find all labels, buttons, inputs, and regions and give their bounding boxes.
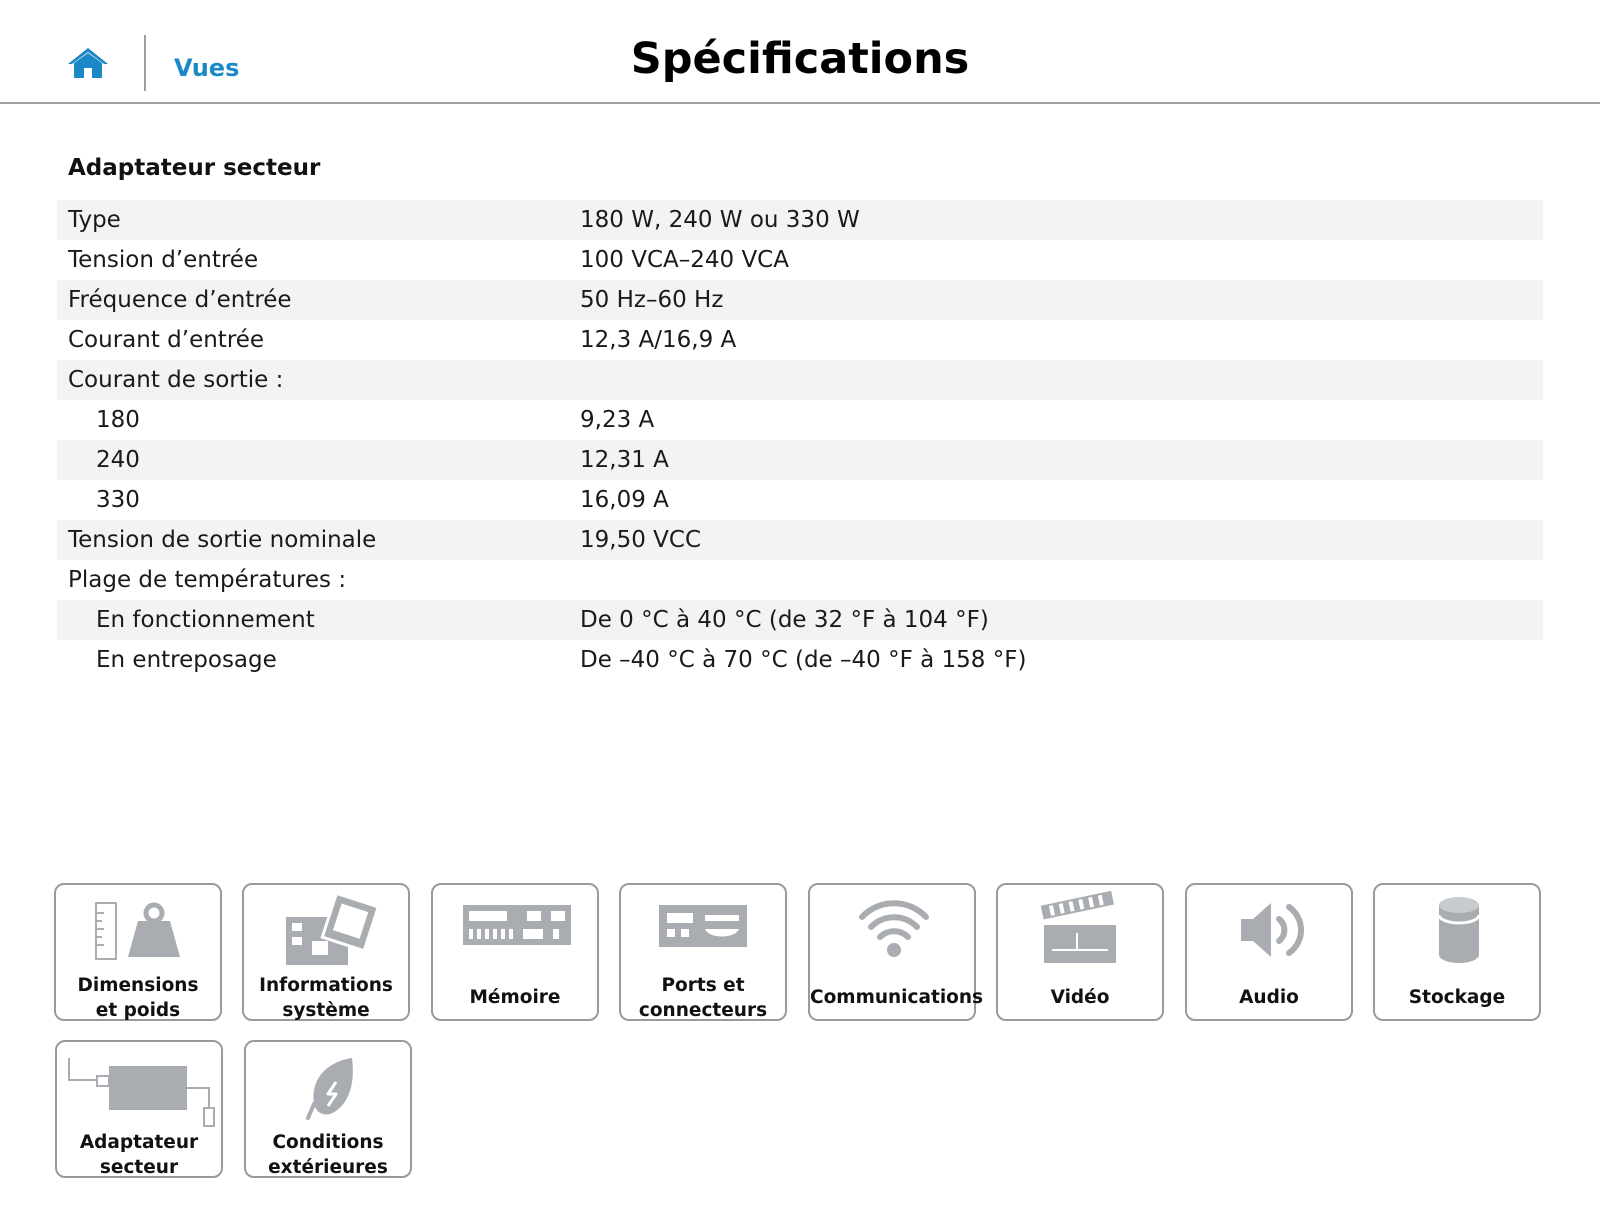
spec-row: Tension de sortie nominale 19,50 VCC (57, 520, 1543, 560)
spec-row: Type 180 W, 240 W ou 330 W (57, 200, 1543, 240)
spec-label: Courant d’entrée (68, 327, 265, 353)
spec-value: 12,3 A/16,9 A (580, 327, 737, 353)
tile-memory[interactable]: Mémoire (431, 883, 599, 1021)
tile-label: Audio (1239, 987, 1299, 1008)
tile-system-info[interactable]: Informations système (242, 883, 410, 1021)
spec-table: Type 180 W, 240 W ou 330 W Tension d’ent… (57, 200, 1543, 680)
speaker-icon (1211, 891, 1331, 971)
tile-label: Adaptateur secteur (79, 1132, 199, 1178)
spec-row: 330 16,09 A (57, 480, 1543, 520)
spec-row: 180 9,23 A (57, 400, 1543, 440)
section-title: Adaptateur secteur (68, 155, 321, 181)
power-adapter-icon (63, 1048, 219, 1128)
spec-value: De –40 °C à 70 °C (de –40 °F à 158 °F) (580, 647, 1027, 673)
leaf-icon (270, 1048, 390, 1128)
spec-label: 180 (96, 407, 140, 433)
spec-row: 240 12,31 A (57, 440, 1543, 480)
tile-label: Mémoire (469, 987, 561, 1008)
tile-label: Communications (810, 987, 984, 1008)
spec-label: 240 (96, 447, 140, 473)
spec-row: Courant d’entrée 12,3 A/16,9 A (57, 320, 1543, 360)
spec-value: 19,50 VCC (580, 527, 702, 553)
ports-icon (645, 891, 765, 971)
tile-audio[interactable]: Audio (1185, 883, 1353, 1021)
tile-label: Dimensions et poids (77, 975, 199, 1021)
tile-power-adapter[interactable]: Adaptateur secteur (55, 1040, 223, 1178)
tile-label: Vidéo (1050, 987, 1110, 1008)
tile-dimensions[interactable]: Dimensions et poids (54, 883, 222, 1021)
spec-label: Courant de sortie : (68, 367, 284, 393)
spec-label: En fonctionnement (96, 607, 315, 633)
tile-label: Informations système (259, 975, 393, 1021)
spec-value: 100 VCA–240 VCA (580, 247, 789, 273)
spec-row: Fréquence d’entrée 50 Hz–60 Hz (57, 280, 1543, 320)
spec-row: Courant de sortie : (57, 360, 1543, 400)
header: Vues Spécifications (0, 0, 1600, 104)
tile-communications[interactable]: Communications (808, 883, 984, 1021)
spec-value: 9,23 A (580, 407, 655, 433)
tile-label: Stockage (1408, 987, 1506, 1008)
spec-label: Plage de températures : (68, 567, 347, 593)
spec-value: 16,09 A (580, 487, 669, 513)
tile-video[interactable]: Vidéo (996, 883, 1164, 1021)
tile-storage[interactable]: Stockage (1373, 883, 1541, 1021)
clapperboard-icon (1022, 890, 1142, 971)
spec-row: Tension d’entrée 100 VCA–240 VCA (57, 240, 1543, 280)
memory-module-icon (457, 891, 577, 971)
tile-ports[interactable]: Ports et connecteurs (619, 883, 787, 1021)
spec-row: En fonctionnement De 0 °C à 40 °C (de 32… (57, 600, 1543, 640)
spec-label: Tension d’entrée (68, 247, 259, 273)
spec-value: 180 W, 240 W ou 330 W (580, 207, 860, 233)
spec-label: Type (68, 207, 121, 233)
spec-value: De 0 °C à 40 °C (de 32 °F à 104 °F) (580, 607, 989, 633)
tile-label: Conditions extérieures (268, 1132, 388, 1178)
circuit-board-icon (268, 891, 388, 971)
storage-cylinder-icon (1399, 891, 1519, 971)
tile-label: Ports et connecteurs (638, 975, 768, 1021)
spec-row: Plage de températures : (57, 560, 1543, 600)
spec-label: Fréquence d’entrée (68, 287, 292, 313)
spec-row: En entreposage De –40 °C à 70 °C (de –40… (57, 640, 1543, 680)
spec-value: 12,31 A (580, 447, 669, 473)
scale-weight-icon (80, 891, 200, 971)
tile-environment[interactable]: Conditions extérieures (244, 1040, 412, 1178)
page-title: Spécifications (630, 34, 970, 84)
spec-label: 330 (96, 487, 140, 513)
spec-label: En entreposage (96, 647, 277, 673)
wifi-icon (834, 891, 954, 971)
spec-value: 50 Hz–60 Hz (580, 287, 724, 313)
spec-label: Tension de sortie nominale (68, 527, 377, 553)
